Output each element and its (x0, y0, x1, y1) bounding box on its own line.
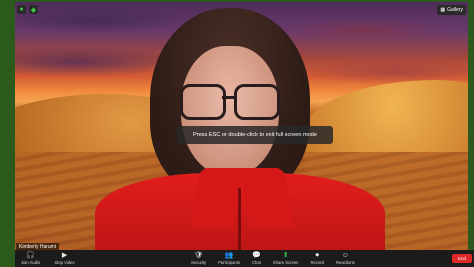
shield-icon-glyph: ◆ (30, 6, 37, 14)
chat-button[interactable]: 💬 Chat (252, 250, 261, 267)
view-button[interactable]: ▦ Gallery (437, 5, 466, 15)
smile-icon: ☺ (341, 252, 349, 259)
jacket-zipper (238, 188, 241, 250)
participants-label: Participants (218, 260, 241, 265)
end-meeting-label: End (457, 256, 466, 261)
record-label: Record (310, 260, 325, 265)
shield-icon[interactable]: ◆ (29, 5, 38, 14)
window-frame-right (468, 0, 474, 267)
share-screen-icon: ⬆ (282, 252, 289, 259)
glasses (180, 84, 280, 120)
share-screen-button[interactable]: ⬆ Share Screen (273, 250, 299, 267)
esc-message: Press ESC or double-click to exit full s… (192, 132, 318, 138)
participants-button[interactable]: 👥 Participants (218, 250, 240, 267)
reactions-label: Reactions (336, 260, 355, 265)
toolbar-middle-group: 🛡 Security 👥 Participants 💬 Chat ⬆ Share… (191, 250, 355, 267)
stop-video-label: Stop Video (54, 260, 75, 265)
join-audio-label: Join Audio (21, 260, 41, 265)
meeting-info-icons: ● ◆ (17, 5, 38, 14)
camera-icon: ▶ (61, 252, 68, 259)
record-button[interactable]: ⏺ Record (311, 250, 325, 267)
fullscreen-exit-banner: Press ESC or double-click to exit full s… (177, 126, 333, 144)
view-button-label: Gallery (447, 7, 463, 13)
share-screen-label: Share Screen (272, 260, 299, 265)
headphones-icon: 🎧 (26, 252, 36, 259)
end-meeting-button[interactable]: End (452, 254, 472, 263)
people-icon: 👥 (224, 252, 234, 259)
reactions-button[interactable]: ☺ Reactions (336, 250, 355, 267)
shield-icon: 🛡 (194, 252, 204, 259)
chat-icon: 💬 (252, 252, 261, 259)
security-button[interactable]: 🛡 Security (191, 250, 206, 267)
join-audio-button[interactable]: 🎧 Join Audio (21, 250, 40, 267)
record-icon: ⏺ (315, 252, 320, 259)
info-icon-glyph: ● (19, 6, 24, 13)
toolbar-left-group: 🎧 Join Audio ▶ Stop Video (21, 250, 75, 267)
meeting-toolbar: 🎧 Join Audio ▶ Stop Video 🛡 Security 👥 P… (15, 250, 474, 267)
grid-icon: ▦ (440, 7, 446, 13)
chat-label: Chat (252, 260, 261, 265)
security-label: Security (191, 260, 207, 265)
stop-video-button[interactable]: ▶ Stop Video (54, 250, 74, 267)
info-icon[interactable]: ● (17, 5, 26, 14)
glasses-lens-right (234, 84, 280, 120)
window-frame-left (0, 0, 15, 267)
glasses-lens-left (180, 84, 226, 120)
